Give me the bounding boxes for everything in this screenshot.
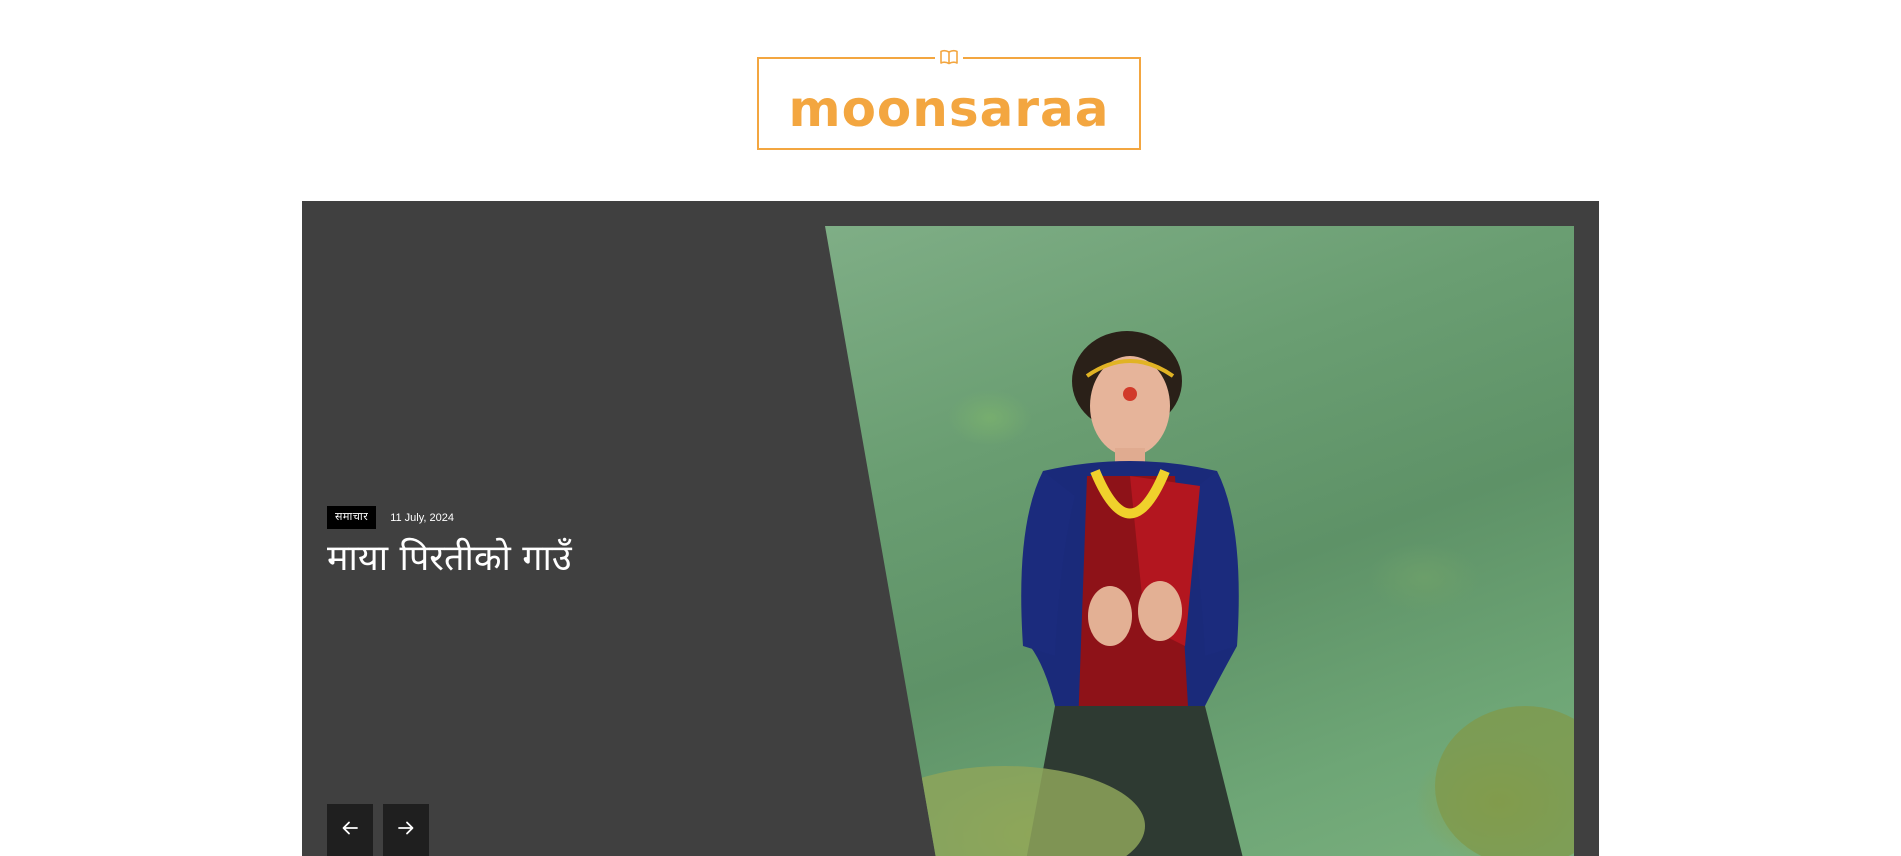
featured-slider: समाचार 11 July, 2024 माया पिरतीको गाउँ [302, 201, 1599, 856]
category-badge[interactable]: समाचार [327, 506, 377, 529]
slider-prev-button[interactable] [327, 804, 373, 856]
slide-title[interactable]: माया पिरतीको गाउँ [327, 535, 572, 583]
slide-date: 11 July, 2024 [390, 511, 455, 524]
slide-image[interactable] [825, 226, 1574, 856]
logo-text: moonsaraa [788, 79, 1110, 138]
slider-next-button[interactable] [383, 804, 429, 856]
arrow-right-icon [398, 821, 414, 840]
arrow-left-icon [342, 821, 358, 840]
page: moonsaraa समाचार 11 July, 2024 माया पिरत… [0, 0, 1901, 856]
site-logo[interactable]: moonsaraa [757, 47, 1141, 150]
open-book-icon [935, 47, 963, 67]
slide-meta: समाचार 11 July, 2024 [327, 506, 454, 529]
